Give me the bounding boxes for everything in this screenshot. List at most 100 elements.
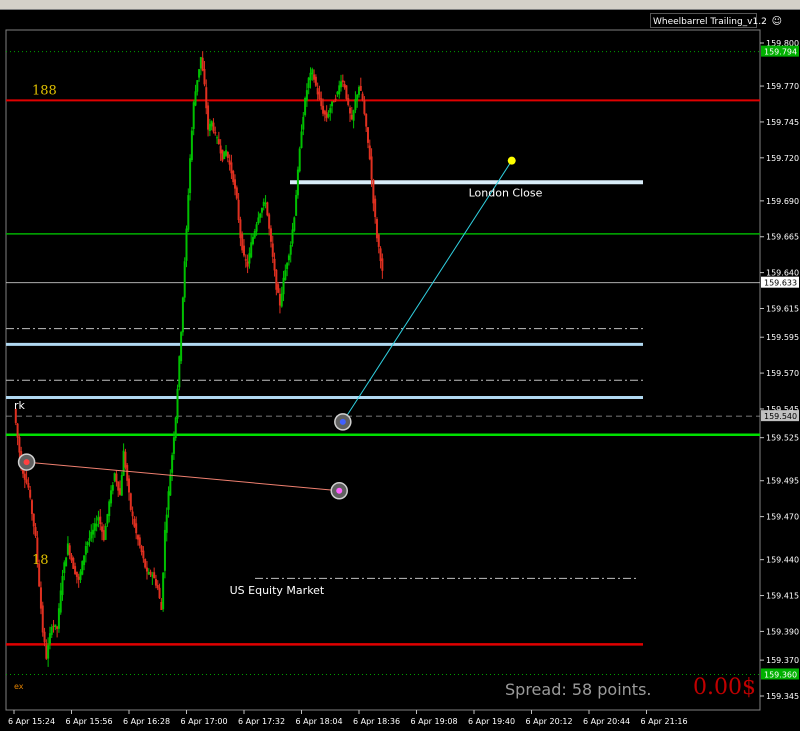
candle-body [30,500,33,514]
candle-body [133,518,136,527]
candle-body [165,514,168,533]
candle-body [366,127,369,143]
y-tick-label: 159.745 [766,118,799,127]
candle-body [32,513,35,527]
candle-body [128,478,130,493]
y-tick-label: 159.470 [766,513,799,522]
candle-body [331,101,334,107]
candle-body [106,514,109,524]
candle-body [48,633,51,644]
candle-body [304,97,307,116]
candle-body [216,137,219,139]
candle-body [370,156,373,180]
candle-body [305,90,308,101]
candle-body [225,150,228,156]
candle-body [320,98,323,107]
candle-body [268,214,271,229]
candle-body [375,219,378,239]
candle-body [300,131,303,148]
candle-body [126,465,129,481]
candle-body [230,162,233,174]
candle-body [260,207,263,213]
candle-body [93,523,96,531]
x-tick-label: 6 Apr 18:36 [353,717,400,726]
candle-body [363,100,366,114]
candle-body [34,527,37,536]
candle-body [23,473,26,480]
candle-body [374,198,377,217]
candle-body [325,112,328,119]
candle-body [198,69,201,78]
candle-body [102,530,105,541]
candle-body [228,160,231,165]
candle-body [359,85,362,91]
candle-body [343,83,346,88]
candle-body [151,574,154,577]
candle-body [162,572,165,610]
candle-body [322,105,325,114]
candle-body [110,490,113,504]
candle-body [203,69,206,85]
candle-body [86,542,89,546]
candle-body [345,85,348,99]
cyan-trend[interactable] [342,160,513,423]
x-tick-label: 6 Apr 15:56 [66,717,113,726]
candle-body [117,481,120,491]
candle-body [266,202,269,216]
candle-body [361,93,364,101]
dot-yellow-1[interactable] [507,156,516,165]
candle-body [212,122,215,132]
candle-body [298,148,301,172]
price-tag-label: 159.360 [764,670,797,679]
candle-body [244,259,247,261]
candle-body [29,489,32,498]
candle-body [97,517,100,521]
candle-body [259,213,262,218]
candle-body [336,91,339,95]
candle-body [167,491,170,510]
candle-body [264,202,267,204]
candle-body [149,571,152,575]
y-tick-label: 159.440 [766,556,799,565]
candle-body [145,567,148,572]
candle-body [219,145,222,154]
candle-body [124,451,127,468]
candle-body [196,80,199,92]
candle-body [119,488,122,495]
price-chart[interactable]: 188London Close90rkЦепь18US Equity Marke… [0,0,800,731]
ea-status-panel[interactable]: Wheelbarrel Trailing_v1.2 ☺ [650,13,782,28]
candle-body [194,91,197,106]
candle-body [309,72,312,81]
candle-body [289,245,292,255]
price-tag-label: 159.540 [764,412,797,421]
candle-body [302,116,305,130]
candle-body [39,587,42,609]
candle-body [99,516,102,525]
candle-body [291,229,294,244]
candle-body [84,546,87,555]
candle-body [66,543,69,555]
y-tick-label: 159.345 [766,692,799,701]
ea-label: Wheelbarrel Trailing_v1.2 [653,17,767,27]
x-tick-label: 6 Apr 21:16 [641,717,688,726]
candle-body [172,437,175,454]
candle-body [81,561,84,575]
y-tick-label: 159.720 [766,154,799,163]
candle-body [160,601,163,610]
y-tick-label: 159.370 [766,656,799,665]
candle-body [75,571,78,577]
x-tick-label: 6 Apr 17:00 [181,717,228,726]
candle-body [269,228,272,242]
candle-body [273,258,276,271]
x-tick-label: 6 Apr 19:08 [411,717,458,726]
candle-body [311,69,314,75]
candle-body [226,152,229,158]
buy-marker-core [339,418,346,425]
candle-body [257,217,260,224]
candle-body [341,80,344,83]
salmon-trend-1[interactable] [26,461,340,492]
candle-body [271,243,274,257]
candle-body [131,511,134,517]
candle-body [210,121,213,127]
candle-body [327,114,330,117]
